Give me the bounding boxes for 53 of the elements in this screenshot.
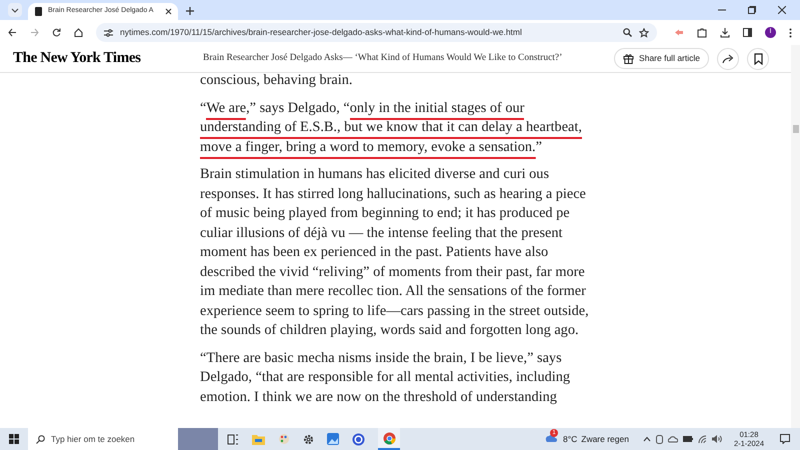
bookmark-button[interactable] — [747, 48, 769, 70]
site-settings-icon[interactable] — [104, 28, 113, 36]
search-highlight-image — [178, 428, 218, 450]
folder-icon[interactable] — [252, 434, 265, 444]
paint-palette-icon[interactable] — [278, 433, 290, 445]
battery-icon[interactable] — [682, 436, 693, 442]
bookmark-icon — [754, 52, 762, 64]
article-paragraph: conscious, behaving brain. — [200, 71, 354, 90]
search-placeholder: Typ hier om te zoeken — [51, 432, 135, 446]
chevron-up-icon[interactable] — [642, 436, 651, 442]
menu-icon[interactable] — [789, 28, 792, 38]
windows-start-icon[interactable] — [9, 434, 19, 444]
settings-icon[interactable] — [303, 434, 314, 444]
side-panel-icon[interactable] — [743, 28, 752, 37]
close-icon[interactable] — [165, 8, 172, 15]
chrome-taskbar-button[interactable] — [378, 428, 400, 450]
weather-icon[interactable] — [544, 433, 557, 445]
notification-icon[interactable] — [780, 434, 790, 444]
article-paragraph: “There are basic mecha nisms inside the brain, I be lieve,” says Delgado, “that are responsible for all mental activities, including emotion. I think we are now on the threshold of understanding — [200, 348, 572, 406]
weather-condition: Zware regen — [581, 432, 629, 446]
star-icon[interactable] — [639, 28, 649, 38]
share-full-article-button[interactable]: Share full article — [614, 48, 709, 69]
zoom-icon[interactable] — [623, 28, 632, 37]
taskbar-search-field[interactable]: Typ hier om te zoeken — [28, 428, 178, 450]
browser-icon — [382, 432, 396, 444]
share-button[interactable] — [717, 48, 739, 70]
speaker-icon[interactable] — [712, 435, 722, 443]
article-paragraph: Brain stimulation in humans has elicited diverse and curi ous responses. It has stirred long hallucinations, such as hearing a piece of music being played from beginning to end; it has produced pe culiar illusions of déjà vu — the intense feeling that the present moment has been ex perienced in the past. Patients have also described the vivid “reliving” of moments from their past, far more im mediate than mere recollec tion. All the sensations of the former experience seem to spring to life—cars passing in the street outside, the sounds of children playing, words said and forgotten long ago. — [200, 165, 590, 340]
search-icon — [36, 434, 45, 444]
puzzle-icon[interactable] — [697, 28, 707, 38]
home-icon[interactable] — [74, 28, 83, 37]
temperature-text: 8°C — [562, 432, 578, 446]
url-text: nytimes.com/1970/11/15/archives/brain-researcher-jose-delgado-asks-what-kind-of-humans-would-we.html — [120, 26, 523, 39]
site-favicon-icon — [34, 7, 43, 16]
new-tab-icon[interactable] — [186, 7, 194, 15]
download-icon[interactable] — [720, 28, 730, 38]
photos-icon[interactable] — [327, 433, 339, 445]
wifi-icon[interactable] — [698, 435, 707, 443]
app-circle-icon[interactable] — [352, 432, 365, 446]
restore-icon[interactable] — [748, 6, 756, 14]
device-icon[interactable] — [656, 434, 663, 444]
reload-icon[interactable] — [52, 28, 61, 37]
gift-icon — [623, 53, 634, 64]
scrollbar[interactable] — [791, 45, 800, 428]
article-headline: Brain Researcher José Delgado Asks— ‘What Kind of Humans Would We Like to Construct?’ — [203, 52, 564, 66]
close-window-icon[interactable] — [778, 6, 786, 14]
task-view-icon[interactable] — [227, 434, 239, 444]
cloud-icon[interactable] — [668, 436, 678, 442]
address-bar[interactable]: nytimes.com/1970/11/15/archives/brain-researcher-jose-delgado-asks-what-kind-of-humans-would-we.html — [96, 23, 657, 42]
share-arrow-icon — [722, 54, 734, 64]
tab-search-icon[interactable] — [8, 3, 22, 17]
site-logo[interactable]: The New York Times — [13, 47, 203, 70]
back-arrow-icon[interactable] — [8, 28, 17, 37]
